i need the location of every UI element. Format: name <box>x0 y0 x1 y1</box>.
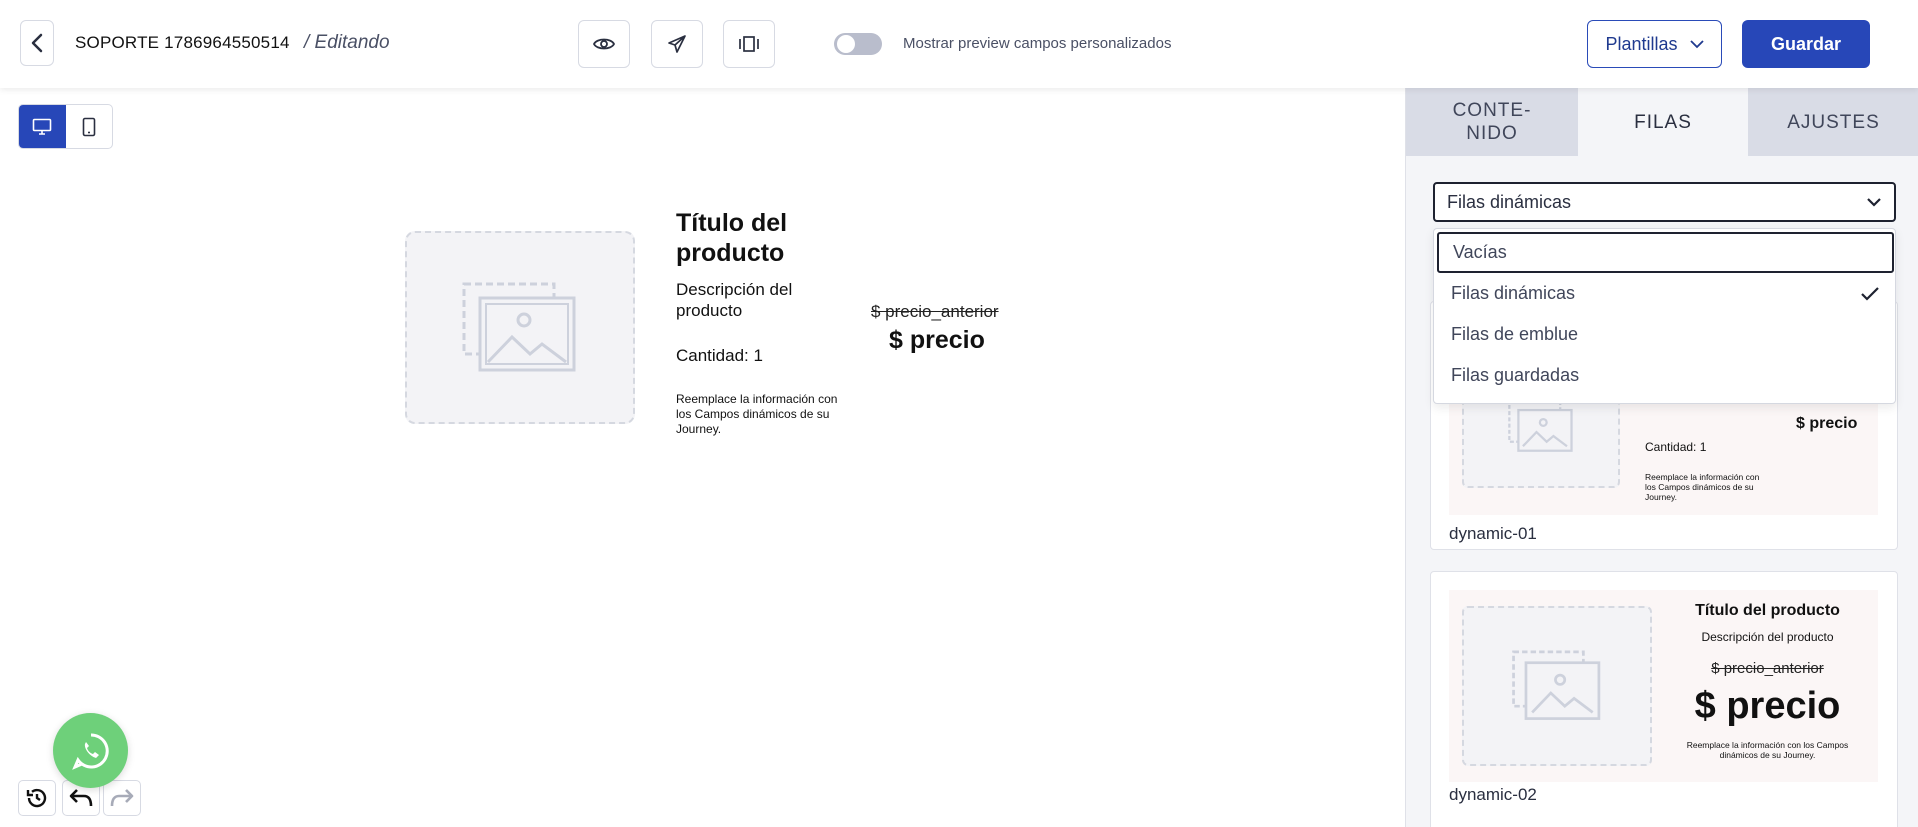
history-button[interactable] <box>18 780 56 816</box>
preview-description: Descripción del producto <box>1701 630 1834 644</box>
row-template-preview: Título del producto Descripción del prod… <box>1449 590 1878 782</box>
preview-note: Reemplace la información con los Campos … <box>1686 740 1849 760</box>
option-label: Filas de emblue <box>1451 324 1579 344</box>
tab-settings-label: AJUSTES <box>1787 111 1880 133</box>
chevron-left-icon <box>31 33 43 53</box>
option-label: Vacías <box>1453 242 1507 262</box>
document-title: SOPORTE 1786964550514 <box>75 33 290 52</box>
image-icon <box>1508 400 1573 452</box>
preview-image-placeholder <box>1462 606 1652 766</box>
check-icon <box>1861 286 1879 301</box>
chevron-down-icon <box>1689 39 1704 48</box>
image-icon <box>462 282 576 371</box>
right-sidebar: CONTE- NIDO FILAS AJUSTES Filas dinámica… <box>1405 88 1918 827</box>
product-old-price[interactable]: $ precio_anterior <box>871 302 999 322</box>
preview-price: $ precio <box>1796 415 1858 432</box>
preview-note: Reemplace la información con los Campos … <box>1645 472 1760 502</box>
custom-fields-preview-toggle[interactable] <box>834 33 882 55</box>
eye-icon <box>593 38 615 50</box>
tab-rows[interactable]: FILAS <box>1578 88 1748 156</box>
product-description[interactable]: Descripción del producto <box>676 279 836 321</box>
row-template-card[interactable]: Título del producto Descripción del prod… <box>1430 571 1898 827</box>
tab-rows-label: FILAS <box>1634 111 1692 133</box>
rows-type-select[interactable]: Filas dinámicas <box>1433 182 1896 222</box>
top-toolbar: SOPORTE 1786964550514 / Editando Mostrar… <box>0 0 1918 88</box>
rows-type-value: Filas dinámicas <box>1447 191 1572 212</box>
tab-settings[interactable]: AJUSTES <box>1748 88 1918 156</box>
tab-content[interactable]: CONTE- NIDO <box>1406 88 1578 156</box>
desktop-view-button[interactable] <box>19 105 66 148</box>
product-image-placeholder[interactable] <box>405 231 635 424</box>
product-quantity[interactable]: Cantidad: 1 <box>676 346 763 366</box>
preview-old-price: $ precio_anterior <box>1711 660 1824 677</box>
row-template-name: dynamic-01 <box>1449 524 1537 543</box>
preview-title: Título del producto <box>1695 602 1840 619</box>
toggle-knob <box>836 34 856 54</box>
editing-status: / Editando <box>304 32 390 53</box>
option-label: Filas dinámicas <box>1451 283 1576 303</box>
save-button[interactable]: Guardar <box>1742 20 1870 68</box>
preview-quantity: Cantidad: 1 <box>1645 440 1707 454</box>
whatsapp-button[interactable] <box>53 713 128 788</box>
layers-button[interactable] <box>723 20 775 68</box>
mobile-view-button[interactable] <box>66 105 113 148</box>
preview-button[interactable] <box>578 20 630 68</box>
send-test-button[interactable] <box>651 20 703 68</box>
templates-dropdown-button[interactable]: Plantillas <box>1587 20 1722 68</box>
desktop-icon <box>32 118 52 135</box>
product-title[interactable]: Título del producto <box>676 208 846 268</box>
redo-button[interactable] <box>103 780 141 816</box>
option-label: Filas guardadas <box>1451 365 1580 385</box>
toggle-label: Mostrar preview campos personalizados <box>903 35 1172 52</box>
tab-content-label: CONTE- NIDO <box>1452 100 1532 144</box>
mobile-icon <box>82 117 96 136</box>
back-button[interactable] <box>20 20 54 66</box>
redo-icon <box>110 789 134 807</box>
undo-icon <box>69 789 93 807</box>
templates-label: Plantillas <box>1605 33 1678 54</box>
option-saved-rows[interactable]: Filas guardadas <box>1437 355 1894 396</box>
option-empty[interactable]: Vacías <box>1437 232 1894 273</box>
option-dynamic-rows[interactable]: Filas dinámicas <box>1437 273 1894 314</box>
history-icon <box>26 788 47 808</box>
whatsapp-icon <box>71 732 109 770</box>
rows-type-dropdown: Vacías Filas dinámicas Filas de emblue F… <box>1433 228 1896 404</box>
layers-icon <box>739 36 759 52</box>
image-icon <box>1512 650 1601 720</box>
chevron-down-icon <box>1867 198 1881 207</box>
product-note[interactable]: Reemplace la información con los Campos … <box>676 392 856 437</box>
preview-price: $ precio <box>1694 685 1841 727</box>
option-emblue-rows[interactable]: Filas de emblue <box>1437 314 1894 355</box>
device-preview-toggle <box>18 104 113 149</box>
send-icon <box>668 35 686 53</box>
product-price[interactable]: $ precio <box>889 326 985 355</box>
row-template-name: dynamic-02 <box>1449 785 1537 804</box>
